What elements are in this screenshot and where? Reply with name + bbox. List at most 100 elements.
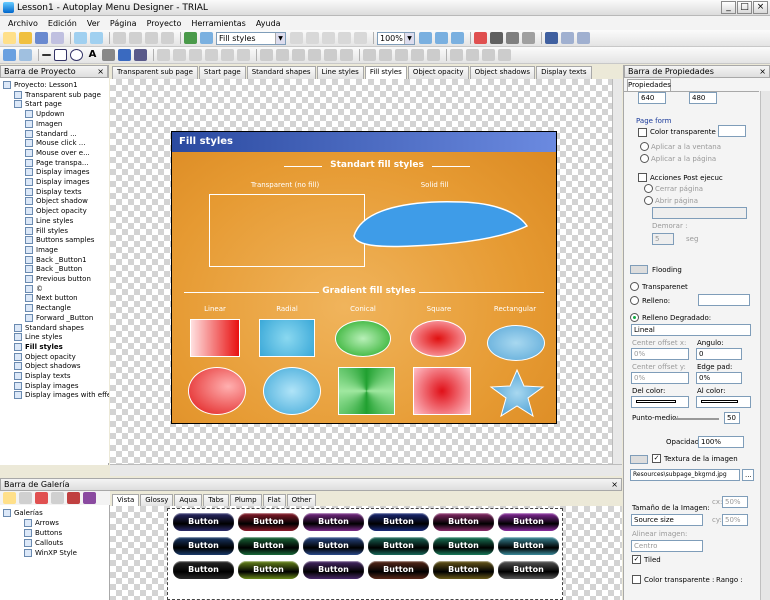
page-props-icon[interactable] bbox=[354, 32, 367, 44]
media-tool-icon[interactable] bbox=[134, 49, 147, 61]
gallery-tab-5[interactable]: Flat bbox=[262, 494, 286, 506]
cy-input[interactable]: 50% bbox=[722, 514, 748, 526]
gallery-button[interactable]: Button bbox=[433, 513, 494, 531]
tree-node[interactable]: Display images bbox=[25, 167, 89, 177]
page-prev-icon[interactable] bbox=[290, 32, 303, 44]
tab-7[interactable]: Display texts bbox=[536, 66, 592, 79]
tree-node[interactable]: Imagen bbox=[25, 119, 62, 129]
space-h-icon[interactable] bbox=[411, 49, 424, 61]
web-tool-icon[interactable] bbox=[221, 49, 234, 61]
tree-node[interactable]: © bbox=[25, 284, 43, 294]
gallery-button[interactable]: Button bbox=[368, 537, 429, 555]
color-transparente2-checkbox[interactable] bbox=[632, 575, 641, 584]
opacidad-input[interactable]: 100% bbox=[698, 436, 744, 448]
delete-item-icon[interactable] bbox=[35, 492, 48, 504]
gallery-button[interactable]: Button bbox=[498, 513, 559, 531]
tree-node[interactable]: Display images with effects bbox=[14, 390, 109, 400]
tab-2[interactable]: Standard shapes bbox=[246, 66, 316, 79]
rename-icon[interactable] bbox=[51, 492, 64, 504]
gallery-item-callouts[interactable]: Callouts bbox=[24, 538, 63, 548]
layout-icon[interactable] bbox=[522, 32, 535, 44]
tree-node[interactable]: Rectangle bbox=[25, 303, 71, 313]
tree-node[interactable]: Display images bbox=[14, 381, 78, 391]
tree-node[interactable]: Display texts bbox=[25, 187, 82, 197]
tree-node[interactable]: Updown bbox=[25, 109, 64, 119]
rectangle-tool-icon[interactable] bbox=[54, 49, 67, 61]
tree-node[interactable]: Page transpa... bbox=[25, 158, 89, 168]
tree-node[interactable]: Object shadows bbox=[14, 361, 81, 371]
tree-node[interactable]: Line styles bbox=[14, 332, 62, 342]
align-left-icon[interactable] bbox=[260, 49, 273, 61]
texture-file-input[interactable]: Resources\subpage_bkgrnd.jpg bbox=[630, 469, 740, 481]
edge-pad-input[interactable]: 0% bbox=[696, 372, 742, 384]
ellipse-tool-icon[interactable] bbox=[70, 49, 83, 61]
tab-6[interactable]: Object shadows bbox=[469, 66, 536, 79]
radial-gradient-rectangle[interactable] bbox=[259, 319, 315, 357]
combo-tool-icon[interactable] bbox=[205, 49, 218, 61]
close-icon[interactable]: × bbox=[611, 479, 618, 490]
gallery-button[interactable]: Button bbox=[238, 561, 299, 579]
open-page-radio[interactable] bbox=[644, 196, 653, 205]
post-actions-checkbox[interactable] bbox=[638, 173, 647, 182]
conical-gradient-rectangle[interactable] bbox=[338, 367, 395, 415]
square-gradient-rectangle[interactable] bbox=[413, 367, 471, 415]
menu-archivo[interactable]: Archivo bbox=[8, 19, 38, 28]
cut-icon[interactable] bbox=[113, 32, 126, 44]
square-gradient-ellipse[interactable] bbox=[410, 320, 466, 357]
transparent-color-picker[interactable] bbox=[718, 125, 746, 137]
view-icon[interactable] bbox=[545, 32, 558, 44]
tiled-checkbox[interactable]: ✓ bbox=[632, 555, 641, 564]
snap-icon[interactable] bbox=[506, 32, 519, 44]
gallery-button[interactable]: Button bbox=[433, 561, 494, 579]
tree-node[interactable]: Display texts bbox=[14, 371, 71, 381]
tab-1[interactable]: Start page bbox=[198, 66, 246, 79]
same-size-icon[interactable] bbox=[395, 49, 408, 61]
panel-icon[interactable] bbox=[561, 32, 574, 44]
align-center-icon[interactable] bbox=[276, 49, 289, 61]
tree-node[interactable]: Proyecto: Lesson1 bbox=[3, 80, 78, 90]
select-tool-icon[interactable] bbox=[3, 49, 16, 61]
save-icon[interactable] bbox=[35, 32, 48, 44]
align-bottom-icon[interactable] bbox=[340, 49, 353, 61]
send-back-icon[interactable] bbox=[466, 49, 479, 61]
tab-5[interactable]: Object opacity bbox=[407, 66, 469, 79]
properties-scrollbar[interactable] bbox=[760, 91, 770, 600]
gallery-button[interactable]: Button bbox=[368, 561, 429, 579]
same-width-icon[interactable] bbox=[363, 49, 376, 61]
menu-proyecto[interactable]: Proyecto bbox=[147, 19, 182, 28]
gallery-button[interactable]: Button bbox=[498, 537, 559, 555]
zoom-in-icon[interactable] bbox=[419, 32, 432, 44]
linear-gradient-ellipse[interactable] bbox=[188, 367, 246, 415]
menu-ayuda[interactable]: Ayuda bbox=[256, 19, 281, 28]
canvas-horizontal-scrollbar[interactable] bbox=[110, 464, 622, 476]
tree-node[interactable]: Back _Button1 bbox=[25, 255, 87, 265]
zoom-select[interactable]: 100% ▼ bbox=[377, 31, 415, 45]
tree-node[interactable]: Start page bbox=[14, 99, 62, 109]
maximize-button[interactable]: □ bbox=[737, 1, 752, 14]
add-item-icon[interactable] bbox=[19, 492, 32, 504]
tree-node[interactable]: Mouse click ... bbox=[25, 138, 85, 148]
relleno-radio[interactable] bbox=[630, 296, 639, 305]
space-v-icon[interactable] bbox=[427, 49, 440, 61]
timer-tool-icon[interactable] bbox=[237, 49, 250, 61]
gallery-button[interactable]: Button bbox=[238, 537, 299, 555]
tree-node[interactable]: Standard shapes bbox=[14, 323, 84, 333]
width-input[interactable]: 640 bbox=[638, 92, 666, 104]
align-top-icon[interactable] bbox=[308, 49, 321, 61]
linear-gradient-rectangle[interactable] bbox=[190, 319, 240, 357]
properties-icon[interactable] bbox=[83, 492, 96, 504]
zoom-tool-icon[interactable] bbox=[19, 49, 32, 61]
stop-icon[interactable] bbox=[474, 32, 487, 44]
align-right-icon[interactable] bbox=[292, 49, 305, 61]
gallery-tab-2[interactable]: Aqua bbox=[174, 494, 203, 506]
browse-button[interactable]: ... bbox=[742, 469, 754, 481]
fill-color-picker[interactable] bbox=[698, 294, 750, 306]
close-button[interactable]: × bbox=[753, 1, 768, 14]
gallery-tab-0[interactable]: Vista bbox=[112, 494, 140, 506]
gallery-tab-6[interactable]: Other bbox=[286, 494, 317, 506]
tree-node[interactable]: Line styles bbox=[25, 216, 73, 226]
panel2-icon[interactable] bbox=[577, 32, 590, 44]
collapse-texture-button[interactable] bbox=[630, 455, 648, 464]
texture-checkbox[interactable]: ✓ bbox=[652, 454, 661, 463]
open-page-select[interactable] bbox=[652, 207, 747, 219]
